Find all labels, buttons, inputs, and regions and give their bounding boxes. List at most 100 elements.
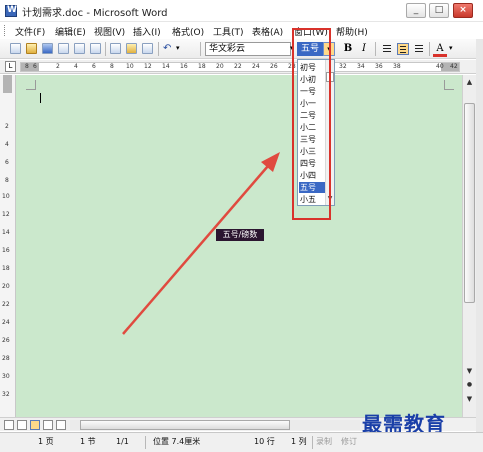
menu-file[interactable]: 文件(F) bbox=[15, 25, 45, 38]
ruler-tick: 10 bbox=[126, 63, 134, 70]
vertical-ruler-tick: 4 bbox=[5, 141, 9, 148]
ruler-tick: 6 bbox=[33, 63, 37, 70]
font-size-tooltip: 五号/磅数 bbox=[216, 229, 264, 241]
ruler-tick: 40 bbox=[436, 63, 444, 70]
ruler-tick: 8 bbox=[25, 63, 29, 70]
toolbar-separator bbox=[200, 42, 201, 56]
toolbar-separator bbox=[105, 42, 106, 56]
previous-page-icon[interactable]: ● bbox=[464, 379, 475, 391]
text-cursor bbox=[40, 93, 41, 103]
horizontal-scrollbar[interactable] bbox=[70, 420, 360, 430]
next-page-icon[interactable]: ▼ bbox=[464, 393, 475, 405]
vertical-ruler-tick: 2 bbox=[5, 123, 9, 130]
tab-selector[interactable]: L bbox=[5, 61, 16, 72]
ruler-tick: 16 bbox=[180, 63, 188, 70]
status-separator bbox=[312, 436, 313, 449]
ruler-tick: 26 bbox=[270, 63, 278, 70]
bold-button[interactable]: B bbox=[341, 43, 355, 55]
vertical-ruler-tick: 26 bbox=[2, 337, 10, 344]
undo-dropdown-icon[interactable]: ▾ bbox=[176, 43, 187, 54]
font-color-button[interactable]: A bbox=[433, 43, 447, 57]
ruler-tick: 18 bbox=[198, 63, 206, 70]
paste-icon[interactable] bbox=[126, 43, 137, 54]
permission-icon[interactable] bbox=[58, 43, 69, 54]
normal-view-icon[interactable] bbox=[4, 420, 14, 430]
menu-insert[interactable]: 插入(I) bbox=[133, 25, 161, 38]
word-app-icon[interactable] bbox=[5, 5, 17, 17]
ruler-tick: 24 bbox=[252, 63, 260, 70]
vertical-scrollbar[interactable]: ▲ ▼ ● ▼ bbox=[462, 75, 476, 417]
horizontal-scroll-thumb[interactable] bbox=[80, 420, 290, 430]
horizontal-ruler[interactable]: 8 6 2 4 6 8 10 12 14 16 18 20 22 24 26 2… bbox=[20, 62, 460, 72]
vertical-ruler-tick: 30 bbox=[2, 373, 10, 380]
toolbar-separator bbox=[375, 42, 376, 56]
menu-format[interactable]: 格式(O) bbox=[172, 25, 204, 38]
align-center-button[interactable] bbox=[397, 43, 409, 55]
vertical-ruler-tick: 8 bbox=[5, 177, 9, 184]
vertical-ruler-tick: 14 bbox=[2, 229, 10, 236]
ruler-tick: 36 bbox=[375, 63, 383, 70]
vertical-ruler-top-margin bbox=[3, 75, 12, 93]
close-button[interactable]: × bbox=[453, 3, 473, 18]
minimize-button[interactable]: _ bbox=[406, 3, 426, 18]
print-layout-view-icon[interactable] bbox=[30, 420, 40, 430]
save-icon[interactable] bbox=[42, 43, 53, 54]
status-track-changes[interactable]: 修订 bbox=[341, 436, 357, 448]
page-margin-corner bbox=[444, 80, 454, 90]
status-bar: 1 页 1 节 1/1 位置 7.4厘米 10 行 1 列 录制 修订 bbox=[0, 432, 483, 452]
font-color-dropdown-icon[interactable]: ▾ bbox=[449, 43, 460, 54]
vertical-ruler-tick: 10 bbox=[2, 193, 10, 200]
ruler-tick: 2 bbox=[56, 63, 60, 70]
status-page-of: 1/1 bbox=[116, 437, 129, 446]
ruler-tick: 38 bbox=[393, 63, 401, 70]
italic-button[interactable]: I bbox=[357, 43, 371, 55]
align-left-button[interactable] bbox=[381, 43, 393, 55]
document-area[interactable]: 2 4 6 8 10 12 14 16 18 20 22 24 26 28 30… bbox=[0, 75, 462, 417]
vertical-ruler-tick: 22 bbox=[2, 301, 10, 308]
scroll-up-icon[interactable]: ▲ bbox=[464, 76, 475, 88]
window-right-border bbox=[476, 39, 483, 452]
menu-table[interactable]: 表格(A) bbox=[252, 25, 283, 38]
vertical-ruler[interactable]: 2 4 6 8 10 12 14 16 18 20 22 24 26 28 30… bbox=[0, 75, 16, 417]
ruler-tick: 8 bbox=[110, 63, 114, 70]
open-folder-icon[interactable] bbox=[26, 43, 37, 54]
status-line: 10 行 bbox=[254, 437, 275, 446]
title-bar: 计划需求.doc - Microsoft Word _ □ × bbox=[0, 0, 483, 22]
scroll-down-icon[interactable]: ▼ bbox=[464, 365, 475, 377]
justify-button[interactable] bbox=[413, 43, 425, 55]
toolbar-separator bbox=[158, 42, 159, 56]
ruler-tick: 4 bbox=[74, 63, 78, 70]
status-separator bbox=[145, 436, 146, 449]
toolbar-separator bbox=[429, 42, 430, 56]
reading-view-icon[interactable] bbox=[56, 420, 66, 430]
outline-view-icon[interactable] bbox=[43, 420, 53, 430]
menu-help[interactable]: 帮助(H) bbox=[336, 25, 368, 38]
menu-bar: 文件(F) 编辑(E) 视图(V) 插入(I) 格式(O) 工具(T) 表格(A… bbox=[0, 22, 483, 39]
scroll-thumb[interactable] bbox=[464, 103, 475, 303]
ruler-tick: 22 bbox=[234, 63, 242, 70]
vertical-ruler-tick: 28 bbox=[2, 355, 10, 362]
copy-icon[interactable] bbox=[110, 43, 121, 54]
print-icon[interactable] bbox=[74, 43, 85, 54]
status-section: 1 节 bbox=[80, 437, 96, 446]
web-layout-view-icon[interactable] bbox=[17, 420, 27, 430]
new-document-icon[interactable] bbox=[10, 43, 21, 54]
status-column: 1 列 bbox=[291, 437, 307, 446]
vertical-ruler-tick: 24 bbox=[2, 319, 10, 326]
undo-icon[interactable]: ↶ bbox=[163, 43, 174, 54]
font-name-combo[interactable]: 华文彩云 bbox=[205, 42, 291, 56]
menu-edit[interactable]: 编辑(E) bbox=[55, 25, 86, 38]
print-preview-icon[interactable] bbox=[90, 43, 101, 54]
vertical-ruler-tick: 32 bbox=[2, 391, 10, 398]
status-record[interactable]: 录制 bbox=[316, 436, 332, 448]
window-title: 计划需求.doc - Microsoft Word bbox=[22, 8, 168, 19]
formatting-toolbar: ↶ ▾ 华文彩云 ▾ 五号 ▾ B I A ▾ bbox=[0, 39, 483, 59]
menubar-grip[interactable] bbox=[4, 25, 7, 36]
maximize-button[interactable]: □ bbox=[429, 3, 449, 18]
ruler-tick: 12 bbox=[144, 63, 152, 70]
vertical-ruler-tick: 16 bbox=[2, 247, 10, 254]
format-painter-icon[interactable] bbox=[142, 43, 153, 54]
menu-tools[interactable]: 工具(T) bbox=[213, 25, 244, 38]
menu-view[interactable]: 视图(V) bbox=[94, 25, 125, 38]
highlight-annotation-box bbox=[292, 28, 331, 220]
